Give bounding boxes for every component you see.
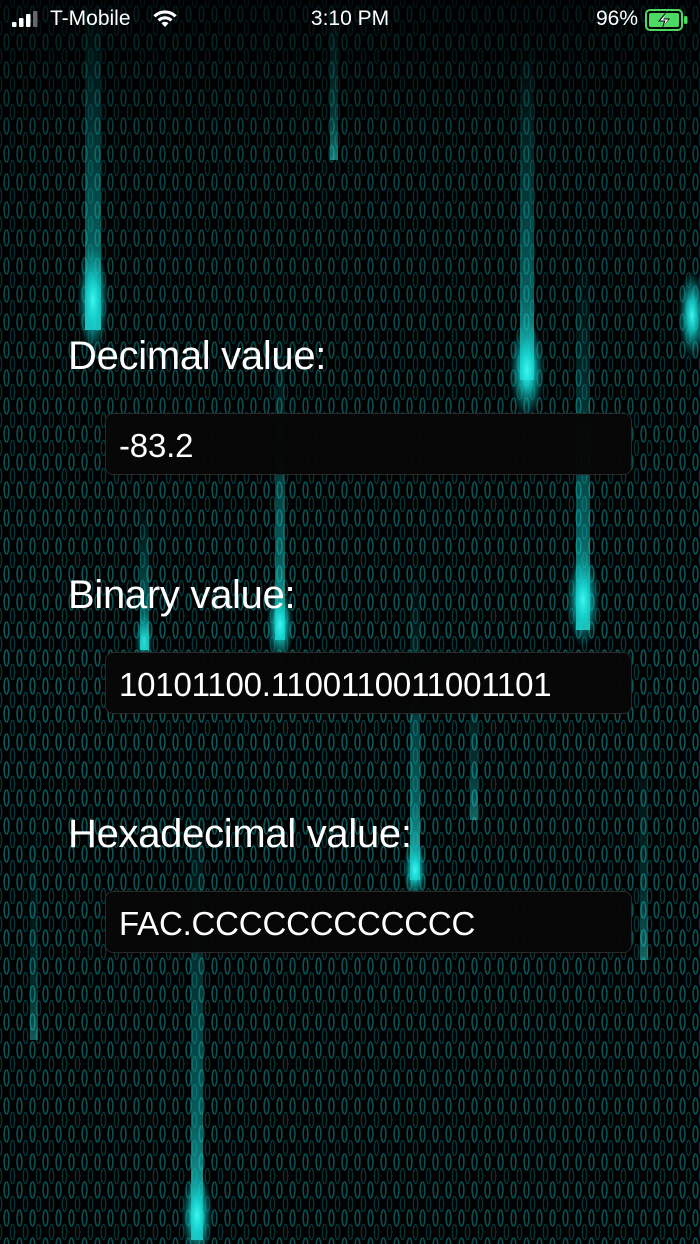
binary-input[interactable]: 10101100.1100110011001101 [105,652,632,714]
hexadecimal-value: FAC.CCCCCCCCCCCC [119,905,476,942]
hexadecimal-label: Hexadecimal value: [68,812,412,856]
decimal-value: -83.2 [119,427,194,464]
binary-label: Binary value: [68,573,296,617]
decimal-label: Decimal value: [68,334,327,378]
app-screen: T-Mobile 3:10 PM 96% Decimal value: -83.… [0,0,700,1244]
battery-charging-icon [645,9,688,31]
binary-value: 10101100.1100110011001101 [119,666,552,703]
battery-percent: 96% [595,7,638,30]
hexadecimal-input[interactable]: FAC.CCCCCCCCCCCC [105,891,632,953]
status-bar: T-Mobile 3:10 PM 96% [0,0,700,40]
decimal-input[interactable]: -83.2 [105,413,632,475]
matrix-background [0,0,700,1244]
